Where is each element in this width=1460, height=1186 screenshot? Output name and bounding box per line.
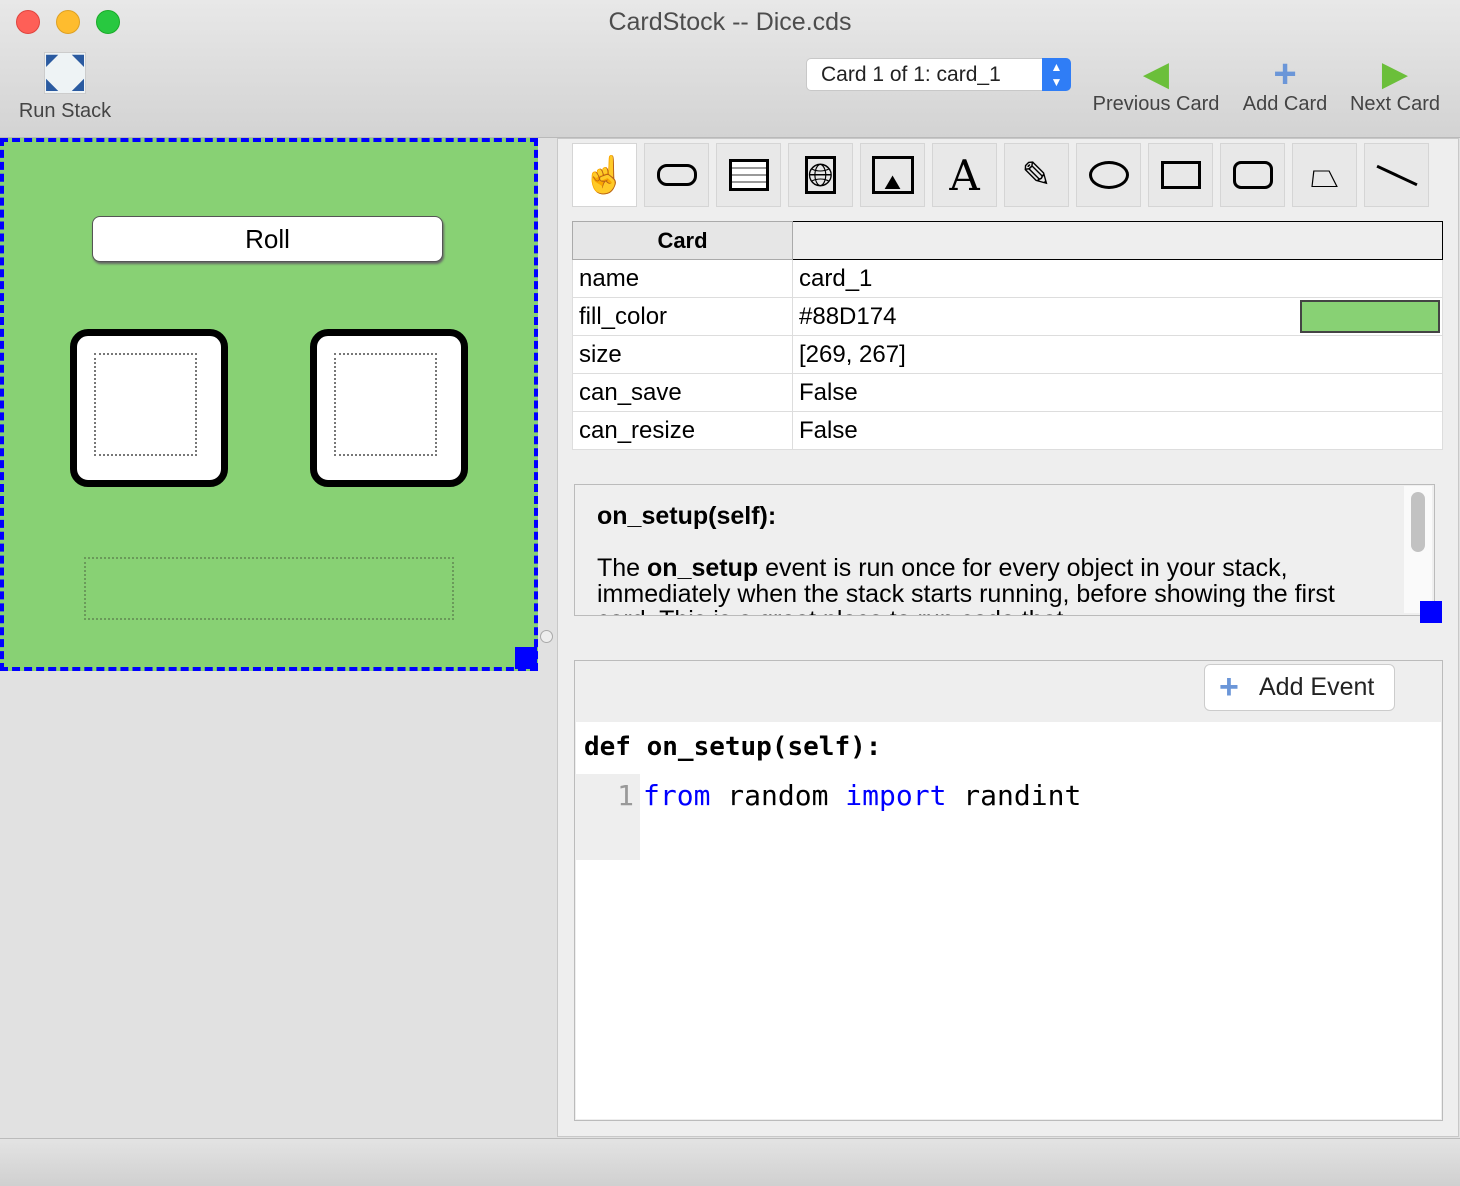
plus-icon: + — [1273, 52, 1297, 96]
property-row[interactable]: fill_color #88D174 — [572, 297, 1443, 336]
die-right[interactable] — [310, 329, 468, 487]
property-value[interactable]: False — [792, 411, 1443, 450]
roll-button[interactable]: Roll — [92, 216, 443, 262]
help-title: on_setup(self): — [597, 502, 777, 530]
properties-header-value — [792, 221, 1443, 260]
chevron-updown-icon: ▲ ▼ — [1042, 58, 1071, 91]
arrow-right-icon: ▶ — [1381, 55, 1409, 93]
previous-card-button[interactable]: ◀ Previous Card — [1086, 55, 1226, 116]
result-text-field[interactable] — [84, 557, 454, 620]
globe-icon: 🌐︎ — [804, 156, 837, 194]
fill-color-value: #88D174 — [799, 302, 897, 330]
die-left-image — [94, 353, 197, 456]
run-stack-button[interactable]: ◤ ◥ ◣ ◢ Run Stack — [10, 50, 120, 123]
hand-tool[interactable]: ☝ — [572, 143, 637, 207]
button-tool[interactable] — [644, 143, 709, 207]
property-row[interactable]: can_save False — [572, 373, 1443, 412]
text-span: randint — [946, 779, 1082, 812]
add-card-button[interactable]: + Add Card — [1236, 52, 1334, 116]
next-card-button[interactable]: ▶ Next Card — [1342, 55, 1448, 116]
line-tool[interactable] — [1364, 143, 1429, 207]
help-text: The on_setup event is run once for every… — [597, 554, 1387, 615]
die-right-image — [334, 353, 437, 456]
property-value[interactable]: [269, 267] — [792, 335, 1443, 374]
polygon-icon: ⏢ — [1310, 153, 1339, 195]
image-icon: ⛰ — [871, 156, 914, 194]
property-value[interactable]: #88D174 — [792, 297, 1443, 336]
button-icon — [656, 164, 697, 186]
event-signature: def on_setup(self): — [584, 732, 882, 762]
add-card-label: Add Card — [1242, 93, 1328, 115]
text-span: from — [643, 779, 711, 812]
text-field-tool[interactable] — [716, 143, 781, 207]
card-selector[interactable]: Card 1 of 1: card_1 ▲ ▼ — [806, 58, 1071, 91]
next-card-label: Next Card — [1349, 93, 1441, 115]
rounded-rectangle-icon — [1232, 161, 1273, 189]
property-row[interactable]: size [269, 267] — [572, 335, 1443, 374]
add-event-button[interactable]: + Add Event — [1204, 664, 1395, 711]
line-number: 1 — [617, 779, 634, 812]
text-span: import — [845, 779, 947, 812]
oval-tool[interactable] — [1076, 143, 1141, 207]
title-bar: CardStock -- Dice.cds ◤ ◥ ◣ ◢ Run Stack Car… — [0, 0, 1460, 138]
window-title: CardStock -- Dice.cds — [608, 8, 852, 36]
run-stack-label: Run Stack — [18, 100, 112, 122]
hand-icon: ☝ — [582, 154, 627, 195]
text-span: on_setup — [647, 554, 759, 582]
expand-icon: ◤ ◥ ◣ ◢ — [44, 52, 86, 94]
status-bar — [0, 1138, 1460, 1186]
pencil-icon: ✎ — [1021, 154, 1052, 195]
rectangle-tool[interactable] — [1148, 143, 1213, 207]
text-span: The — [597, 554, 648, 582]
oval-icon — [1088, 161, 1129, 189]
arrow-left-icon: ◀ — [1142, 55, 1170, 93]
property-row[interactable]: can_resize False — [572, 411, 1443, 450]
help-panel: on_setup(self): The on_setup event is ru… — [574, 484, 1435, 616]
die-left[interactable] — [70, 329, 228, 487]
text-field-icon — [728, 159, 769, 191]
resize-handle[interactable] — [515, 647, 537, 669]
color-swatch[interactable] — [1300, 300, 1440, 333]
text-icon: A — [949, 150, 980, 200]
web-view-tool[interactable]: 🌐︎ — [788, 143, 853, 207]
property-key: can_resize — [572, 411, 793, 450]
pen-tool[interactable]: ✎ — [1004, 143, 1069, 207]
line-gutter: 1 — [576, 774, 640, 860]
property-row[interactable]: name card_1 — [572, 259, 1443, 298]
property-value[interactable]: False — [792, 373, 1443, 412]
line-icon — [1375, 164, 1418, 186]
code-line[interactable]: from random import randint — [643, 779, 1081, 812]
image-tool[interactable]: ⛰ — [860, 143, 925, 207]
rectangle-icon — [1160, 161, 1201, 189]
code-editor[interactable]: def on_setup(self): 1 from random import… — [576, 722, 1441, 1119]
text-label-tool[interactable]: A — [932, 143, 997, 207]
add-event-label: Add Event — [1259, 673, 1375, 701]
scrollbar-thumb[interactable] — [1411, 492, 1425, 552]
rounded-rectangle-tool[interactable] — [1220, 143, 1285, 207]
property-value[interactable]: card_1 — [792, 259, 1443, 298]
property-key: can_save — [572, 373, 793, 412]
splitter-handle[interactable] — [540, 630, 553, 643]
text-span: random — [710, 779, 846, 812]
polygon-tool[interactable]: ⏢ — [1292, 143, 1357, 207]
property-key: fill_color — [572, 297, 793, 336]
properties-header: Card — [572, 221, 793, 260]
previous-card-label: Previous Card — [1092, 93, 1220, 115]
property-key: size — [572, 335, 793, 374]
property-key: name — [572, 259, 793, 298]
plus-icon: + — [1219, 668, 1239, 706]
help-scrollbar[interactable] — [1404, 486, 1432, 613]
card-selector-value: Card 1 of 1: card_1 — [821, 63, 1001, 86]
properties-table: Card name card_1 fill_color #88D174 size [2… — [572, 221, 1443, 450]
help-resize-handle[interactable] — [1420, 601, 1442, 623]
